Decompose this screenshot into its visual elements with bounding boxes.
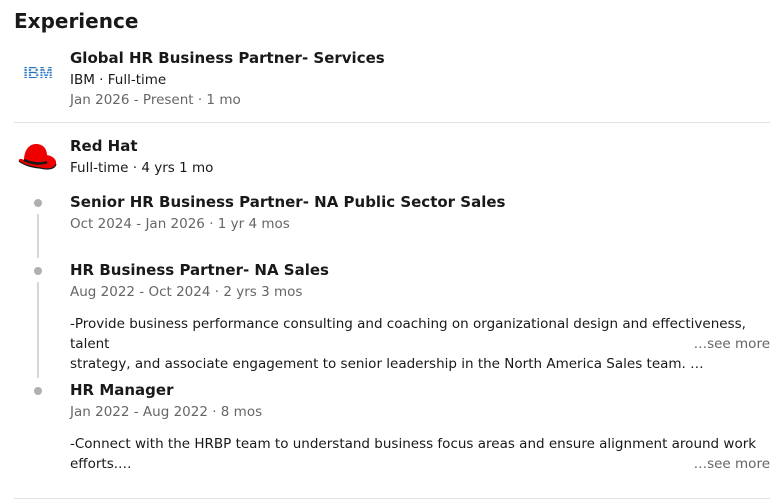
redhat-tenure: Full-time · 4 yrs 1 mo	[70, 160, 214, 176]
ibm-company-line: IBM · Full-time	[70, 72, 167, 88]
role-description: -Provide business performance consulting…	[70, 314, 770, 374]
description-line: efforts.…	[70, 456, 132, 472]
timeline-line	[37, 282, 39, 378]
role-description: -Connect with the HRBP team to understan…	[70, 434, 770, 474]
timeline-dot	[34, 387, 42, 395]
role-dates: Oct 2024 - Jan 2026 · 1 yr 4 mos	[70, 216, 290, 232]
role-title[interactable]: HR Manager	[70, 381, 173, 399]
see-more-link[interactable]: …see more	[694, 336, 770, 352]
role-title[interactable]: Senior HR Business Partner- NA Public Se…	[70, 193, 505, 211]
role-title[interactable]: HR Business Partner- NA Sales	[70, 261, 329, 279]
description-line: -Connect with the HRBP team to understan…	[70, 436, 757, 452]
redhat-company-name[interactable]: Red Hat	[70, 137, 138, 155]
ibm-dates: Jan 2026 - Present · 1 mo	[70, 92, 241, 108]
role-dates: Jan 2022 - Aug 2022 · 8 mos	[70, 404, 263, 420]
entry-divider	[14, 498, 770, 499]
see-more-link[interactable]: …see more	[694, 456, 770, 472]
description-line: strategy, and associate engagement to se…	[70, 356, 704, 372]
timeline-line	[37, 214, 39, 258]
description-line: -Provide business performance consulting…	[70, 316, 746, 352]
timeline-dot	[34, 267, 42, 275]
svg-text:IBM: IBM	[23, 65, 52, 80]
section-title: Experience	[14, 9, 139, 33]
ibm-logo-icon[interactable]: IBM	[18, 52, 58, 92]
timeline-dot	[34, 199, 42, 207]
redhat-logo-icon[interactable]	[16, 140, 58, 176]
role-dates: Aug 2022 - Oct 2024 · 2 yrs 3 mos	[70, 284, 303, 300]
ibm-position-title[interactable]: Global HR Business Partner- Services	[70, 49, 385, 67]
entry-divider	[14, 122, 770, 123]
